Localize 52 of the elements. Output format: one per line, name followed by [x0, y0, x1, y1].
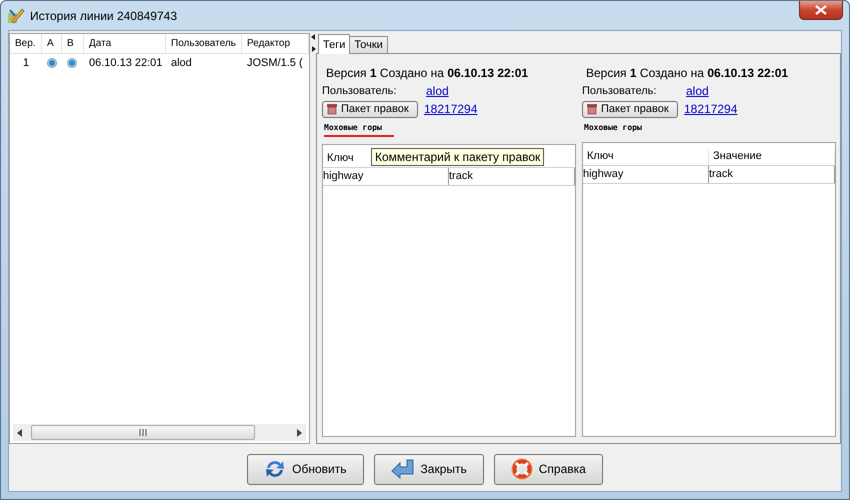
table-cell-text: 1 [22, 57, 30, 69]
tab[interactable]: Теги [318, 34, 350, 54]
column-header[interactable]: Значение [709, 150, 835, 165]
changeset-button[interactable]: Пакет правок [582, 100, 678, 118]
table-cell: track [709, 166, 835, 183]
scroll-thumb[interactable] [31, 425, 255, 440]
lifebuoy-icon [510, 458, 533, 480]
table-cell-text: JOSM/1.5 ( [246, 57, 304, 69]
version-heading: Версия 1 Создано на 06.10.13 22:01 [325, 66, 530, 82]
box-icon [326, 103, 338, 115]
radio-button[interactable] [67, 58, 77, 68]
tab[interactable]: Точки [349, 36, 388, 53]
column-header[interactable]: Вер. [10, 34, 42, 53]
tooltip: Комментарий к пакету правок [371, 148, 544, 166]
user-link[interactable]: alod [426, 84, 449, 98]
changeset-link[interactable]: 18217294 [424, 102, 478, 116]
column-header[interactable]: Редактор [242, 34, 309, 53]
table-cell: highway [323, 168, 449, 185]
grip-icon [139, 429, 147, 436]
history-row[interactable]: 1 06.10.13 22:01 alod JOSM/1.5 ( [10, 54, 309, 72]
changeset-comment: Моховые горы [324, 123, 394, 137]
refresh-icon [264, 458, 286, 480]
collapse-arrows-icon[interactable] [310, 33, 316, 53]
window-title: История линии 240849743 [30, 8, 178, 22]
column-header[interactable]: Дата [84, 34, 166, 53]
close-button[interactable] [799, 1, 843, 20]
changeset-comment: Моховые горы [584, 123, 642, 134]
column-header[interactable]: А [42, 34, 62, 53]
table-cell-text: 06.10.13 22:01 [88, 57, 164, 69]
horizontal-scrollbar[interactable] [13, 424, 306, 441]
column-header[interactable]: Ключ [583, 150, 709, 165]
scroll-right-icon[interactable] [296, 428, 302, 436]
changeset-button[interactable]: Пакет правок [322, 100, 418, 118]
user-label: Пользователь: [582, 85, 658, 97]
user-link[interactable]: alod [686, 84, 709, 98]
table-cell-text: alod [170, 57, 193, 69]
version-heading: Версия 1 Создано на 06.10.13 22:01 [585, 66, 790, 82]
pencil-map-icon [7, 6, 25, 24]
changeset-link[interactable]: 18217294 [684, 102, 738, 116]
column-header[interactable]: Пользователь [166, 34, 242, 53]
column-header[interactable]: В [62, 34, 84, 53]
radio-button[interactable] [47, 58, 57, 68]
close-icon [815, 5, 827, 15]
return-arrow-icon [390, 459, 415, 479]
scroll-left-icon[interactable] [17, 428, 23, 436]
table-cell: highway [583, 166, 709, 183]
box-icon [586, 103, 598, 115]
table-cell: track [449, 168, 575, 185]
close-button[interactable]: Закрыть [374, 454, 484, 484]
help-button[interactable]: Справка [494, 454, 603, 484]
refresh-button[interactable]: Обновить [247, 454, 364, 484]
user-label: Пользователь: [322, 85, 398, 97]
